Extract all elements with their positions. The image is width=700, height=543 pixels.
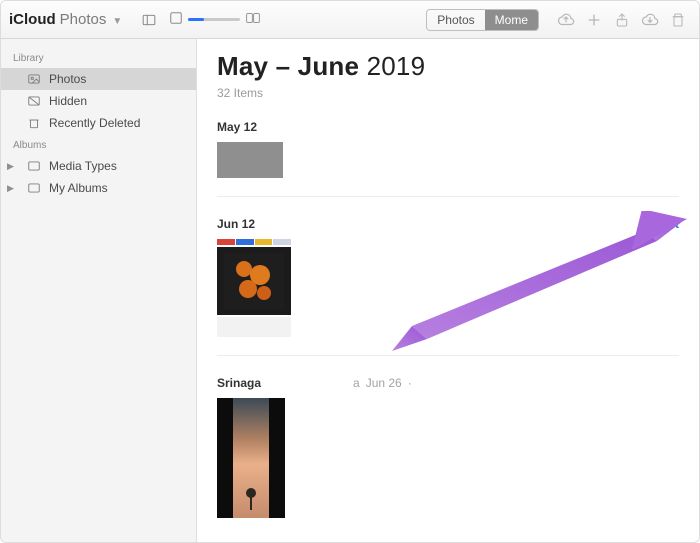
section-sub-date: Jun 26 <box>366 376 402 390</box>
heading-year: 2019 <box>367 51 426 81</box>
disclosure-triangle-icon[interactable]: ▶ <box>7 183 14 194</box>
select-link[interactable]: Select <box>644 217 679 231</box>
upload-icon[interactable] <box>553 9 579 31</box>
sidebar-item-hidden[interactable]: Hidden <box>1 90 196 112</box>
share-icon[interactable] <box>609 9 635 31</box>
chevron-down-icon[interactable]: ▼ <box>112 16 122 27</box>
download-icon[interactable] <box>637 9 663 31</box>
view-tab-moments[interactable]: Mome <box>485 10 538 30</box>
zoom-in-icon[interactable] <box>246 11 260 29</box>
sidebar-item-photos[interactable]: Photos <box>1 68 196 90</box>
sidebar-item-media-types[interactable]: ▶ Media Types <box>1 155 196 177</box>
photo-thumbnail[interactable] <box>217 398 285 518</box>
sidebar-label: Hidden <box>49 94 87 108</box>
sidebar-label: Recently Deleted <box>49 116 140 130</box>
sidebar-label: Photos <box>49 72 86 86</box>
section-mid: a <box>353 376 360 390</box>
sidebar-toggle-button[interactable] <box>136 9 162 31</box>
disclosure-triangle-icon[interactable]: ▶ <box>7 161 14 172</box>
view-mode-segment[interactable]: Photos Mome <box>426 9 539 31</box>
zoom-control[interactable] <box>170 11 260 29</box>
zoom-slider[interactable] <box>188 18 240 21</box>
section-dot: · <box>408 376 412 390</box>
sidebar-item-my-albums[interactable]: ▶ My Albums <box>1 177 196 199</box>
photo-thumbnail[interactable] <box>217 239 291 337</box>
section-date: Jun 12 <box>217 217 255 231</box>
moments-section: May 12 <box>217 120 679 197</box>
toolbar: iCloud Photos ▼ Photos Mome <box>1 1 699 39</box>
section-date: May 12 <box>217 120 257 134</box>
sidebar-label: Media Types <box>49 159 117 173</box>
section-location: Srinaga <box>217 376 261 390</box>
toolbar-actions <box>553 9 691 31</box>
sidebar-label: My Albums <box>49 181 108 195</box>
main-content: May – June 2019 32 Items May 12 Jun 12 S… <box>197 39 699 542</box>
page-title: May – June 2019 <box>217 51 679 82</box>
app-title-sub: Photos <box>60 11 107 28</box>
sidebar-item-recently-deleted[interactable]: Recently Deleted <box>1 112 196 134</box>
moments-section: Srinaga a Jun 26 · <box>217 376 679 536</box>
app-title-main: iCloud <box>9 11 56 28</box>
add-icon[interactable] <box>581 9 607 31</box>
trash-icon[interactable] <box>665 9 691 31</box>
sidebar-heading-library: Library <box>1 47 196 68</box>
sidebar-heading-albums: Albums <box>1 134 196 155</box>
sidebar: Library Photos Hidden Recently Deleted A… <box>1 39 197 542</box>
view-tab-photos[interactable]: Photos <box>427 10 484 30</box>
moments-section: Jun 12 Select <box>217 217 679 356</box>
heading-range: May – June <box>217 51 359 81</box>
photo-thumbnail[interactable] <box>217 142 283 178</box>
item-count: 32 Items <box>217 86 679 100</box>
app-title[interactable]: iCloud Photos ▼ <box>9 11 122 28</box>
zoom-out-icon[interactable] <box>170 11 182 29</box>
